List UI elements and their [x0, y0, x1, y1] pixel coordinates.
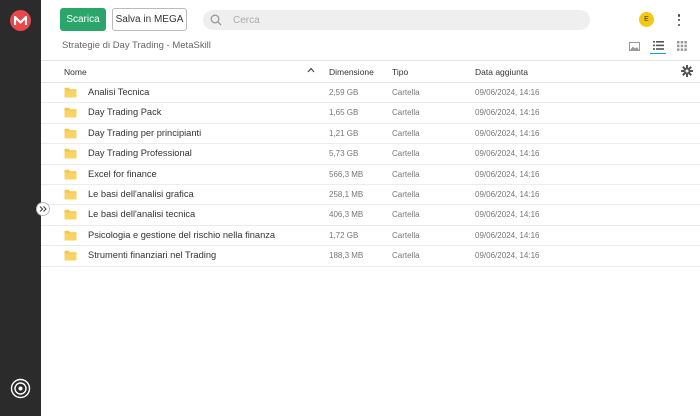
search-input[interactable]	[233, 10, 573, 30]
folder-icon	[64, 230, 77, 243]
folder-date: 09/06/2024, 14:16	[475, 230, 540, 240]
folder-icon	[64, 250, 77, 263]
folder-icon	[64, 169, 77, 182]
folder-date: 09/06/2024, 14:16	[475, 189, 540, 199]
breadcrumb[interactable]: Strategie di Day Trading - MetaSkill	[62, 40, 211, 51]
gear-icon[interactable]	[681, 65, 693, 77]
table-row[interactable]: Day Trading per principianti 1,21 GB Carte…	[41, 124, 700, 145]
folder-icon	[64, 128, 77, 141]
folder-type: Cartella	[392, 230, 420, 240]
folder-size: 1,72 GB	[329, 230, 359, 240]
table-row[interactable]: Day Trading Professional 5,73 GB Cartella 0…	[41, 144, 700, 165]
column-header-type[interactable]: Tipo	[392, 67, 408, 77]
expand-sidebar-button[interactable]	[36, 202, 50, 216]
main-panel: Scarica Salva in MEGA E Strategie di Day…	[41, 0, 700, 416]
folder-type: Cartella	[392, 169, 420, 179]
folder-date: 09/06/2024, 14:16	[475, 210, 540, 220]
thumbnail-view-icon[interactable]	[626, 38, 642, 54]
table-row[interactable]: Excel for finance 566,3 MB Cartella 09/06/2…	[41, 165, 700, 185]
folder-name[interactable]: Psicologia e gestione del rischio nella …	[88, 230, 275, 240]
folder-size: 1,21 GB	[329, 128, 359, 138]
folder-name[interactable]: Excel for finance	[88, 169, 157, 179]
table-row[interactable]: Psicologia e gestione del rischio nella …	[41, 226, 700, 247]
chevron-double-right-icon	[39, 206, 47, 212]
mega-logo-icon[interactable]	[10, 10, 31, 31]
folder-date: 09/06/2024, 14:16	[475, 108, 540, 118]
table-row[interactable]: Le basi dell'analisi grafica 258,1 MB Cart…	[41, 185, 700, 206]
folder-type: Cartella	[392, 128, 420, 138]
table-header: Nome Dimensione Tipo Data aggiunta	[41, 61, 700, 83]
folder-date: 09/06/2024, 14:16	[475, 169, 540, 179]
folder-size: 1,65 GB	[329, 108, 359, 118]
sync-icon[interactable]	[10, 378, 31, 399]
folder-name[interactable]: Le basi dell'analisi tecnica	[88, 209, 195, 219]
folder-type: Cartella	[392, 88, 420, 97]
folder-size: 5,73 GB	[329, 149, 359, 159]
left-sidebar	[0, 0, 41, 416]
column-header-date[interactable]: Data aggiunta	[475, 67, 528, 77]
folder-date: 09/06/2024, 14:16	[475, 88, 540, 97]
folder-type: Cartella	[392, 251, 420, 261]
table-row[interactable]: Analisi Tecnica 2,59 GB Cartella 09/06/2024…	[41, 83, 700, 104]
download-button[interactable]: Scarica	[60, 8, 106, 31]
grid-view-icon[interactable]	[674, 38, 690, 54]
folder-size: 2,59 GB	[329, 88, 359, 97]
column-header-size[interactable]: Dimensione	[329, 67, 374, 77]
folder-name[interactable]: Day Trading Professional	[88, 148, 192, 158]
search-icon	[210, 14, 222, 26]
folder-name[interactable]: Strumenti finanziari nel Trading	[88, 250, 216, 260]
folder-type: Cartella	[392, 149, 420, 159]
folder-size: 406,3 MB	[329, 210, 364, 220]
folder-icon	[64, 87, 77, 100]
list-view-icon[interactable]	[650, 38, 666, 54]
table-row[interactable]: Le basi dell'analisi tecnica 406,3 MB Cart…	[41, 205, 700, 226]
folder-date: 09/06/2024, 14:16	[475, 149, 540, 159]
folder-name[interactable]: Le basi dell'analisi grafica	[88, 189, 194, 199]
file-list: Analisi Tecnica 2,59 GB Cartella 09/06/2024…	[41, 83, 700, 267]
folder-icon	[64, 189, 77, 202]
folder-size: 188,3 MB	[329, 251, 364, 261]
folder-type: Cartella	[392, 189, 420, 199]
folder-date: 09/06/2024, 14:16	[475, 128, 540, 138]
folder-icon	[64, 107, 77, 120]
more-options-icon[interactable]	[674, 12, 684, 28]
folder-icon	[64, 209, 77, 222]
folder-size: 258,1 MB	[329, 189, 364, 199]
view-switcher	[626, 38, 696, 54]
table-row[interactable]: Strumenti finanziari nel Trading 188,3 MB…	[41, 246, 700, 267]
save-to-mega-button[interactable]: Salva in MEGA	[112, 8, 187, 31]
folder-icon	[64, 148, 77, 161]
sort-ascending-icon[interactable]	[307, 66, 315, 74]
folder-type: Cartella	[392, 210, 420, 220]
column-header-name[interactable]: Nome	[64, 67, 87, 77]
search-bar	[203, 10, 590, 30]
table-row[interactable]: Day Trading Pack 1,65 GB Cartella 09/06/202…	[41, 103, 700, 124]
top-bar: Scarica Salva in MEGA E	[41, 0, 700, 38]
avatar[interactable]: E	[639, 12, 654, 27]
folder-date: 09/06/2024, 14:16	[475, 251, 540, 261]
folder-name[interactable]: Day Trading Pack	[88, 107, 161, 117]
folder-name[interactable]: Analisi Tecnica	[88, 87, 149, 97]
folder-type: Cartella	[392, 108, 420, 118]
folder-name[interactable]: Day Trading per principianti	[88, 128, 201, 138]
folder-size: 566,3 MB	[329, 169, 364, 179]
